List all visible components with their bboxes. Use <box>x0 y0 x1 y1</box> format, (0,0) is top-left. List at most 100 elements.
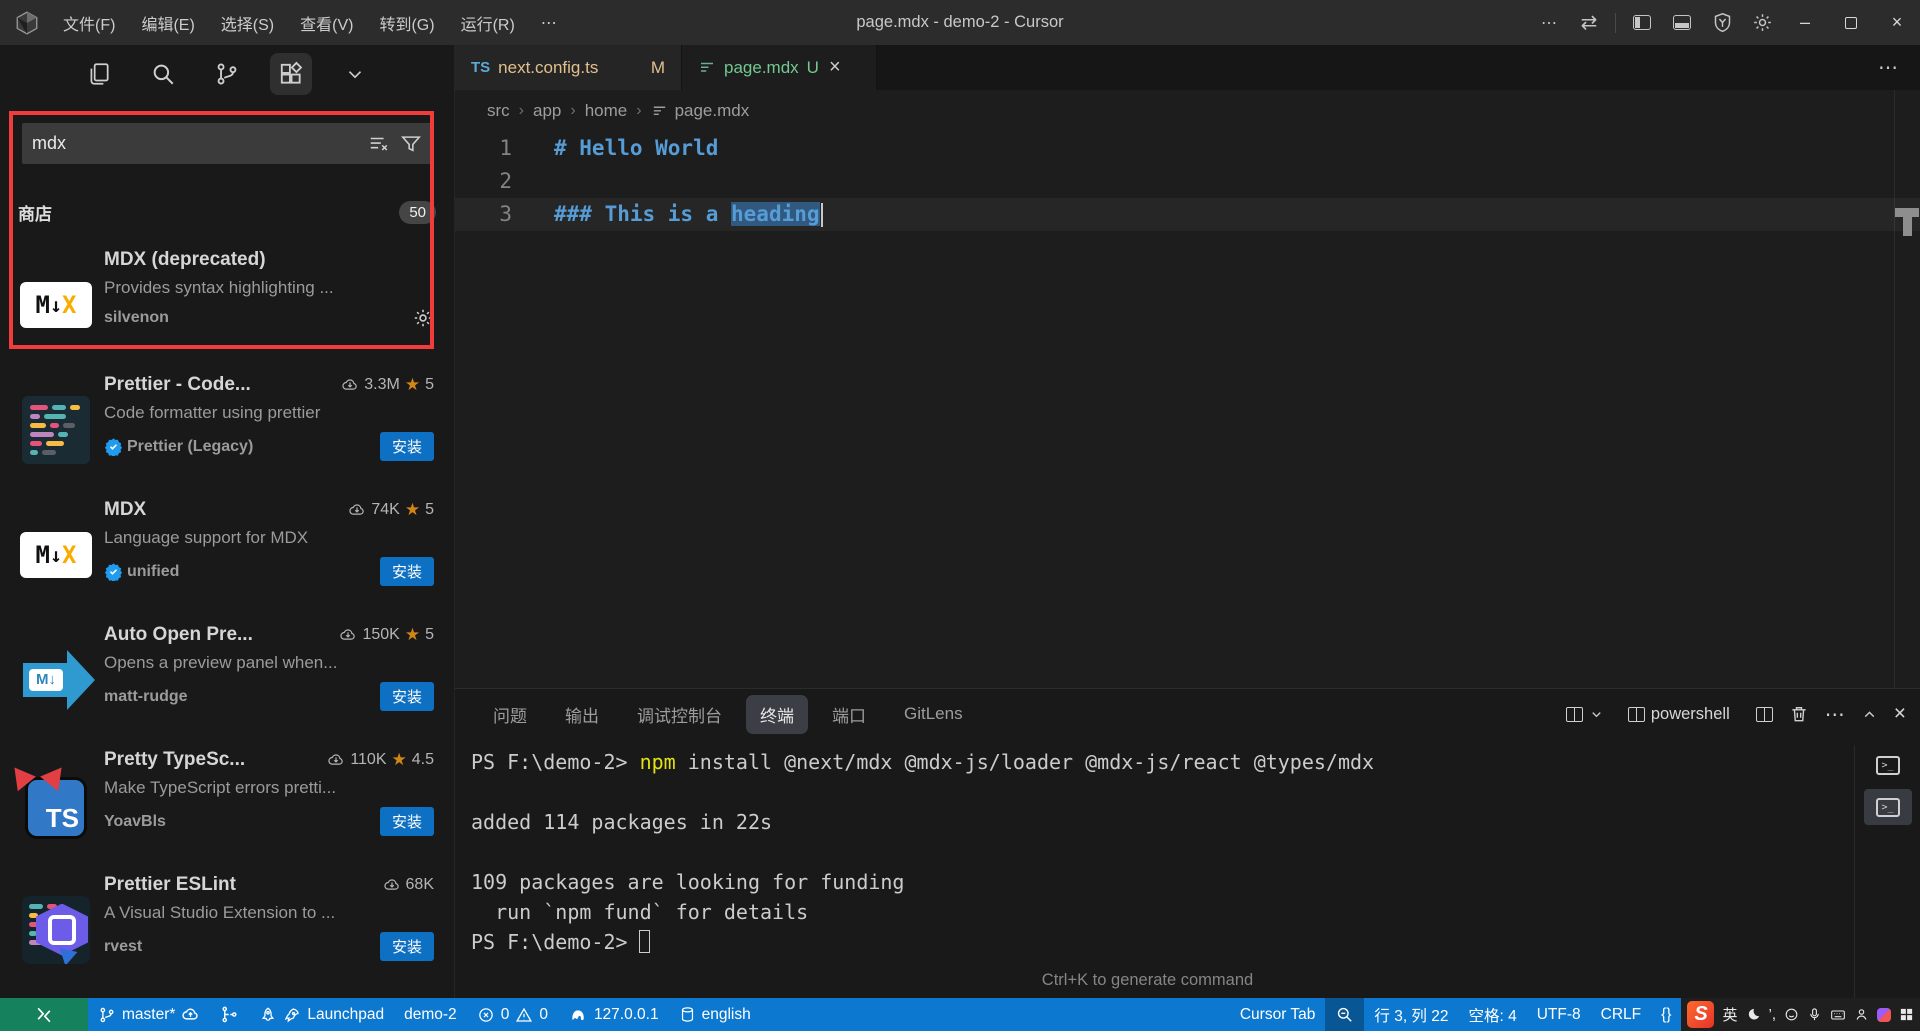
layout-swap-icon[interactable]: ⇄ <box>1569 6 1609 40</box>
close-panel-icon[interactable]: × <box>1894 702 1906 726</box>
indentation[interactable]: 空格: 4 <box>1458 998 1526 1031</box>
manage-gear-icon[interactable] <box>412 307 434 329</box>
extension-name: MDX (deprecated) <box>104 249 434 271</box>
panel-tab-gitlens[interactable]: GitLens <box>890 697 977 731</box>
window-minimize-button[interactable]: – <box>1782 0 1828 45</box>
menu-file[interactable]: 文件(F) <box>50 0 128 45</box>
emoji-icon[interactable] <box>1784 1007 1799 1022</box>
breadcrumb-item-app[interactable]: app <box>533 101 561 121</box>
breadcrumb-item-file[interactable]: page.mdx <box>651 101 750 121</box>
extensions-icon[interactable] <box>270 53 312 95</box>
zoom-search-icon[interactable] <box>1325 998 1364 1031</box>
extension-name: Prettier ESLint <box>104 874 375 896</box>
launchpad-button[interactable]: Launchpad <box>249 998 394 1031</box>
terminal-tab-powershell[interactable]: >_ <box>1864 747 1912 783</box>
extension-stats: 110K ★ 4.5 <box>327 750 434 770</box>
eol-sequence[interactable]: CRLF <box>1591 998 1651 1031</box>
commit-graph-button[interactable] <box>210 998 249 1031</box>
encoding[interactable]: UTF-8 <box>1527 998 1591 1031</box>
extension-author: rvest <box>104 938 142 956</box>
panel-tab-terminal[interactable]: 终端 <box>746 695 808 734</box>
terminal-tabs-list: >_ >_ <box>1854 745 1920 998</box>
terminal[interactable]: PS F:\demo-2> npm install @next/mdx @mdx… <box>455 739 1920 998</box>
split-terminal-icon[interactable] <box>1756 707 1773 722</box>
minimap-marker <box>1895 208 1919 236</box>
launch-profile-button[interactable] <box>1566 707 1604 722</box>
language-mode[interactable]: {} <box>1651 998 1681 1031</box>
window-restore-button[interactable] <box>1828 0 1874 45</box>
chevron-down-icon[interactable] <box>334 53 376 95</box>
marketplace-section-header[interactable]: 商店 50 <box>0 200 454 225</box>
menu-run[interactable]: 运行(R) <box>448 0 528 45</box>
maximize-panel-icon[interactable] <box>1861 706 1878 723</box>
terminal-session-powershell[interactable]: powershell <box>1628 705 1730 724</box>
git-branch-status[interactable]: master* <box>88 998 210 1031</box>
install-button[interactable]: 安装 <box>380 557 434 586</box>
panel-tab-debug-console[interactable]: 调试控制台 <box>623 695 736 734</box>
install-button[interactable]: 安装 <box>380 682 434 711</box>
toggle-sidebar-icon[interactable] <box>1622 6 1662 40</box>
source-control-icon[interactable] <box>206 53 248 95</box>
menu-selection[interactable]: 选择(S) <box>208 0 287 45</box>
menu-goto[interactable]: 转到(G) <box>366 0 447 45</box>
panel-tab-problems[interactable]: 问题 <box>479 695 541 734</box>
kill-terminal-trash-icon[interactable] <box>1789 704 1809 724</box>
skin-palette-icon[interactable] <box>1877 1008 1891 1022</box>
extension-row-pretty-typescript[interactable]: TS Pretty TypeSc... 110K ★ 4.5 Make Type… <box>0 737 454 862</box>
install-button[interactable]: 安装 <box>380 932 434 961</box>
panel-more-icon[interactable]: ⋯ <box>1825 702 1845 727</box>
modified-badge: M <box>651 58 665 78</box>
punctuation-icon[interactable]: ’, <box>1769 1006 1777 1023</box>
filter-funnel-icon[interactable] <box>400 133 422 155</box>
extension-row-prettier[interactable]: Prettier - Code... 3.3M ★ 5 Code formatt… <box>0 362 454 487</box>
panel-tab-output[interactable]: 输出 <box>551 695 613 734</box>
cursor-tab-status[interactable]: Cursor Tab <box>1230 998 1326 1031</box>
window-close-button[interactable]: × <box>1874 0 1920 45</box>
search-icon[interactable] <box>142 53 184 95</box>
extension-row-mdx[interactable]: M↓X MDX 74K ★ 5 Language support for MDX <box>0 487 454 612</box>
extensions-search-input[interactable] <box>32 133 358 154</box>
extension-row-auto-open-preview[interactable]: M↓ Auto Open Pre... 150K ★ 5 Opens a pre… <box>0 612 454 737</box>
settings-gear-icon[interactable] <box>1742 6 1782 40</box>
remote-indicator[interactable] <box>0 998 88 1031</box>
extension-author: silvenon <box>104 309 169 327</box>
menu-view[interactable]: 查看(V) <box>287 0 366 45</box>
titlebar-more-icon[interactable]: ⋯ <box>1529 6 1569 40</box>
terminal-tab-powershell-active[interactable]: >_ <box>1864 789 1912 825</box>
dictionary-language[interactable]: english <box>669 998 761 1031</box>
cursor-position[interactable]: 行 3, 列 22 <box>1364 998 1458 1031</box>
microphone-icon[interactable] <box>1807 1007 1822 1022</box>
keyboard-icon[interactable] <box>1830 1007 1846 1023</box>
moon-icon[interactable] <box>1746 1007 1761 1022</box>
cursor-logo-icon <box>14 10 40 36</box>
postgres-host[interactable]: 127.0.0.1 <box>558 998 669 1031</box>
rating-star-icon: ★ <box>392 750 407 770</box>
rating-star-icon: ★ <box>405 625 420 645</box>
close-tab-icon[interactable]: × <box>829 56 841 79</box>
privacy-shield-icon[interactable] <box>1702 6 1742 40</box>
ime-mode-icon[interactable]: 英 <box>1722 1004 1737 1025</box>
user-icon[interactable] <box>1854 1007 1869 1022</box>
explorer-icon[interactable] <box>78 53 120 95</box>
editor[interactable]: src › app › home › page.mdx 1 # Hello Wo… <box>455 90 1920 688</box>
sogou-ime-icon[interactable]: S <box>1687 1001 1714 1028</box>
terminal-line <box>471 777 1920 807</box>
toolbox-grid-icon[interactable] <box>1899 1007 1914 1022</box>
extension-row-mdx-deprecated[interactable]: M↓X MDX (deprecated) Provides syntax hig… <box>0 237 454 362</box>
menu-edit[interactable]: 编辑(E) <box>128 0 207 45</box>
repo-name[interactable]: demo-2 <box>394 998 467 1031</box>
clear-filter-icon[interactable] <box>368 133 390 155</box>
extension-row-prettier-eslint[interactable]: Prettier ESLint 68K A Visual Studio Exte… <box>0 862 454 987</box>
extension-description: Make TypeScript errors pretti... <box>104 778 434 798</box>
breadcrumb-item-src[interactable]: src <box>487 101 510 121</box>
tab-next-config-ts[interactable]: TS next.config.ts M <box>455 45 682 90</box>
install-button[interactable]: 安装 <box>380 807 434 836</box>
install-button[interactable]: 安装 <box>380 432 434 461</box>
tabbar-overflow-icon[interactable]: ⋯ <box>1878 45 1920 90</box>
toggle-panel-icon[interactable] <box>1662 6 1702 40</box>
menu-overflow[interactable]: ⋯ <box>528 0 570 45</box>
breadcrumb-item-home[interactable]: home <box>585 101 628 121</box>
problems-status[interactable]: 0 0 <box>467 998 558 1031</box>
panel-tab-ports[interactable]: 端口 <box>818 695 880 734</box>
tab-page-mdx[interactable]: page.mdx U × <box>682 45 877 90</box>
